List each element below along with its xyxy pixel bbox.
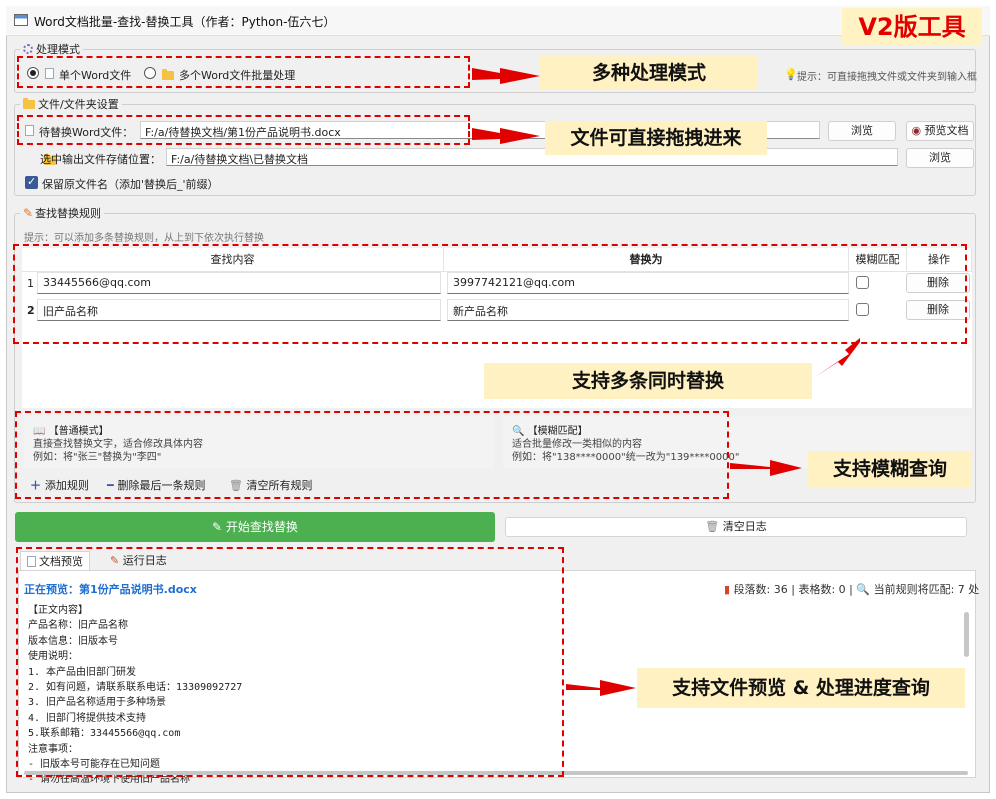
arrow-down-left-icon	[815, 338, 860, 377]
callout-fuzzy: 支持模糊查询	[808, 451, 972, 487]
callout-preview: 支持文件预览 & 处理进度查询	[637, 668, 965, 708]
callout-modes: 多种处理模式	[540, 56, 758, 90]
callout-drag: 文件可直接拖拽进来	[545, 121, 767, 155]
arrow-right-icon	[730, 460, 802, 476]
arrow-right-icon	[472, 128, 540, 144]
arrow-right-icon	[472, 68, 540, 84]
callout-multi: 支持多条同时替换	[484, 363, 812, 399]
arrow-right-icon	[566, 680, 636, 696]
